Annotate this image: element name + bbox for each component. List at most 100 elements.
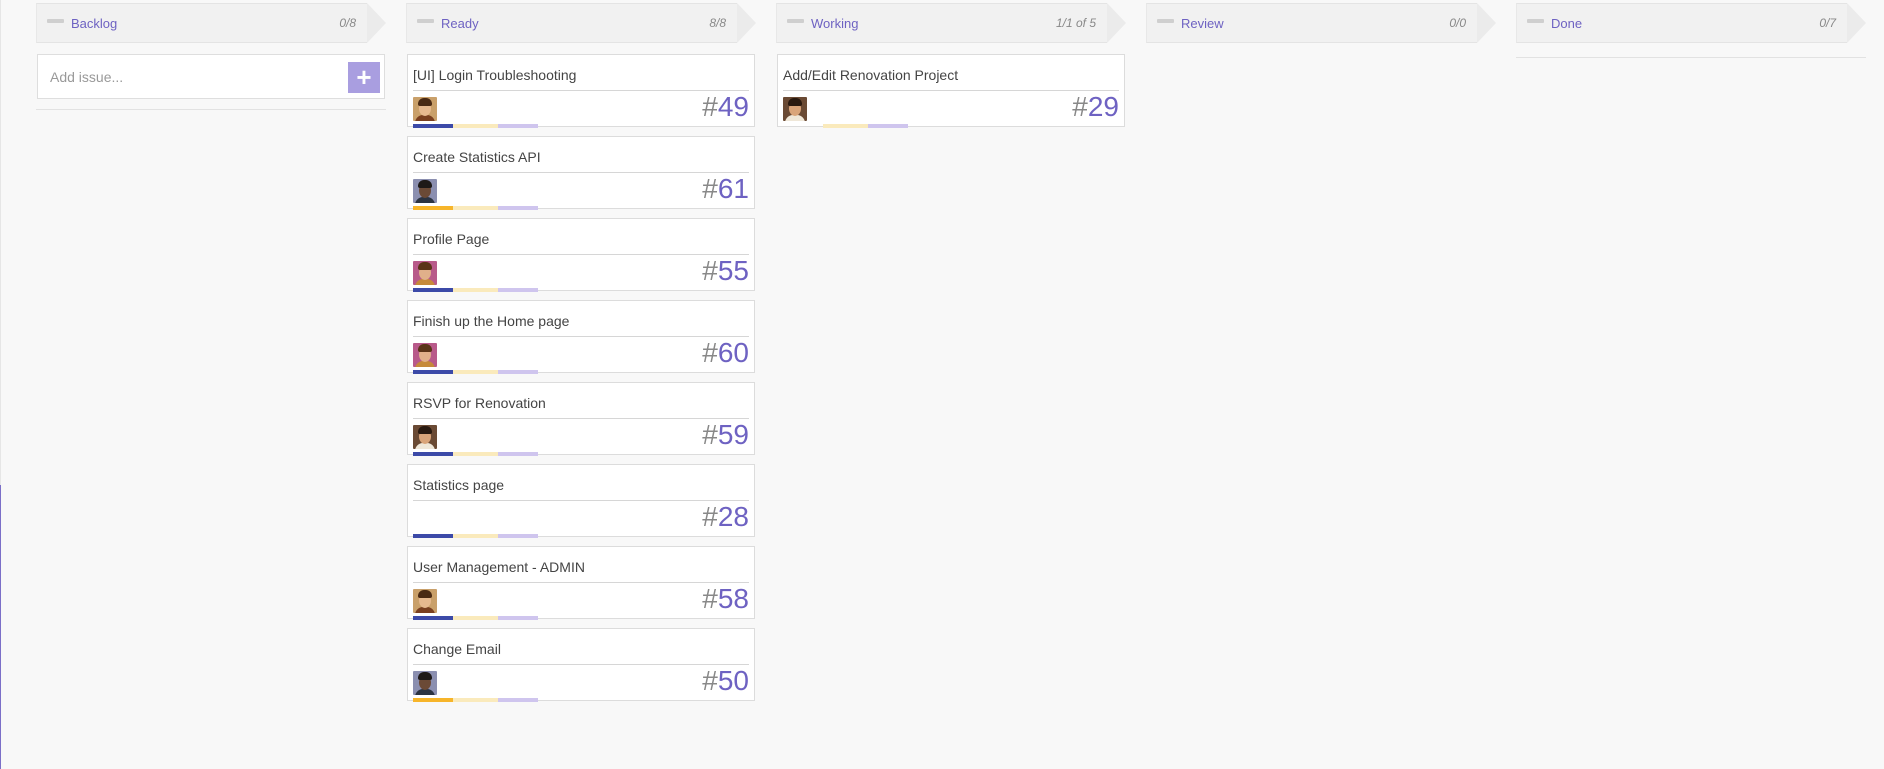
issue-number-value: 55 bbox=[717, 255, 749, 286]
status-bar-lavender bbox=[498, 616, 538, 620]
issue-title[interactable]: Add/Edit Renovation Project bbox=[783, 67, 958, 83]
collapse-icon[interactable] bbox=[1527, 19, 1544, 23]
assignee-avatar[interactable] bbox=[413, 179, 437, 203]
column-header-arrow bbox=[737, 3, 756, 43]
collapse-icon[interactable] bbox=[787, 19, 804, 23]
column-backlog: Backlog 0/8 + bbox=[36, 3, 386, 110]
issue-number[interactable]: #59 bbox=[702, 419, 749, 451]
column-title[interactable]: Ready bbox=[441, 16, 479, 31]
issue-number-hash: # bbox=[702, 665, 718, 696]
card-separator bbox=[413, 254, 749, 255]
priority-bar bbox=[413, 452, 453, 456]
issue-card[interactable]: Finish up the Home page #60 bbox=[407, 300, 755, 374]
avatar-hair bbox=[788, 98, 802, 106]
column-divider bbox=[1516, 57, 1866, 58]
column-header-arrow bbox=[1477, 3, 1496, 43]
card-separator bbox=[413, 172, 749, 173]
priority-bar bbox=[413, 288, 453, 292]
issue-number-hash: # bbox=[1072, 91, 1088, 122]
column-done: Done 0/7 bbox=[1516, 3, 1866, 58]
add-issue-button[interactable]: + bbox=[348, 62, 380, 93]
issue-number[interactable]: #28 bbox=[702, 501, 749, 533]
avatar-hair bbox=[418, 180, 432, 188]
issue-title[interactable]: User Management - ADMIN bbox=[413, 559, 585, 575]
priority-bar bbox=[413, 616, 453, 620]
issue-number-hash: # bbox=[702, 419, 718, 450]
column-header-ready: Ready 8/8 bbox=[406, 3, 756, 43]
priority-bar bbox=[413, 370, 453, 374]
add-issue-input[interactable] bbox=[38, 55, 338, 98]
column-header-arrow bbox=[1847, 3, 1866, 43]
status-bar-lavender bbox=[498, 534, 538, 538]
status-bar-yellow bbox=[453, 206, 498, 210]
avatar-hair bbox=[418, 426, 432, 434]
issue-number-hash: # bbox=[702, 255, 718, 286]
status-bar-lavender bbox=[498, 452, 538, 456]
column-title[interactable]: Backlog bbox=[71, 16, 117, 31]
assignee-avatar[interactable] bbox=[413, 671, 437, 695]
assignee-avatar[interactable] bbox=[413, 343, 437, 367]
collapse-icon[interactable] bbox=[417, 19, 434, 23]
issue-number[interactable]: #29 bbox=[1072, 91, 1119, 123]
card-separator bbox=[413, 418, 749, 419]
column-header-arrow bbox=[1107, 3, 1126, 43]
priority-bar bbox=[413, 534, 453, 538]
status-bar-yellow bbox=[453, 370, 498, 374]
issue-number[interactable]: #58 bbox=[702, 583, 749, 615]
column-count: 0/8 bbox=[339, 16, 356, 30]
collapse-icon[interactable] bbox=[47, 19, 64, 23]
card-separator bbox=[413, 664, 749, 665]
assignee-avatar[interactable] bbox=[413, 261, 437, 285]
priority-bar bbox=[413, 206, 453, 210]
issue-title[interactable]: Change Email bbox=[413, 641, 501, 657]
collapse-icon[interactable] bbox=[1157, 19, 1174, 23]
issue-title[interactable]: [UI] Login Troubleshooting bbox=[413, 67, 576, 83]
status-bar-lavender bbox=[498, 206, 538, 210]
status-bar-yellow bbox=[453, 288, 498, 292]
issue-card[interactable]: Add/Edit Renovation Project #29 bbox=[777, 54, 1125, 128]
kanban-board: Backlog 0/8 + Ready 8/8 [UI] Login Troub… bbox=[0, 0, 1884, 769]
issue-number[interactable]: #55 bbox=[702, 255, 749, 287]
issue-card[interactable]: User Management - ADMIN #58 bbox=[407, 546, 755, 620]
status-bar-yellow bbox=[453, 698, 498, 702]
status-bar-yellow bbox=[453, 616, 498, 620]
assignee-avatar[interactable] bbox=[413, 589, 437, 613]
issue-number-hash: # bbox=[702, 583, 718, 614]
assignee-avatar[interactable] bbox=[413, 97, 437, 121]
column-title[interactable]: Working bbox=[811, 16, 858, 31]
issue-number-value: 50 bbox=[717, 665, 749, 696]
column-count: 0/7 bbox=[1819, 16, 1836, 30]
issue-card[interactable]: RSVP for Renovation #59 bbox=[407, 382, 755, 456]
issue-title[interactable]: Profile Page bbox=[413, 231, 489, 247]
issue-card[interactable]: [UI] Login Troubleshooting #49 bbox=[407, 54, 755, 128]
issue-card[interactable]: Change Email #50 bbox=[407, 628, 755, 702]
status-bar-lavender bbox=[868, 124, 908, 128]
issue-number[interactable]: #49 bbox=[702, 91, 749, 123]
issue-title[interactable]: RSVP for Renovation bbox=[413, 395, 546, 411]
issue-card[interactable]: Profile Page #55 bbox=[407, 218, 755, 292]
column-count: 0/0 bbox=[1449, 16, 1466, 30]
add-issue-form: + bbox=[37, 54, 385, 99]
issue-number-value: 60 bbox=[717, 337, 749, 368]
assignee-avatar[interactable] bbox=[783, 97, 807, 121]
column-header-arrow bbox=[367, 3, 386, 43]
assignee-avatar[interactable] bbox=[413, 425, 437, 449]
avatar-hair bbox=[418, 344, 432, 352]
issue-title[interactable]: Create Statistics API bbox=[413, 149, 541, 165]
issue-number-value: 29 bbox=[1087, 91, 1119, 122]
issue-card[interactable]: Statistics page #28 bbox=[407, 464, 755, 538]
issue-number[interactable]: #60 bbox=[702, 337, 749, 369]
status-bar-yellow bbox=[453, 534, 498, 538]
column-title[interactable]: Done bbox=[1551, 16, 1582, 31]
issue-number-value: 61 bbox=[717, 173, 749, 204]
column-title[interactable]: Review bbox=[1181, 16, 1224, 31]
issue-title[interactable]: Statistics page bbox=[413, 477, 504, 493]
status-bar-yellow bbox=[453, 452, 498, 456]
issue-title[interactable]: Finish up the Home page bbox=[413, 313, 569, 329]
issue-card[interactable]: Create Statistics API #61 bbox=[407, 136, 755, 210]
issue-number-value: 58 bbox=[717, 583, 749, 614]
issue-number[interactable]: #50 bbox=[702, 665, 749, 697]
issue-number[interactable]: #61 bbox=[702, 173, 749, 205]
issue-number-value: 49 bbox=[717, 91, 749, 122]
column-header-working: Working 1/1 of 5 bbox=[776, 3, 1126, 43]
